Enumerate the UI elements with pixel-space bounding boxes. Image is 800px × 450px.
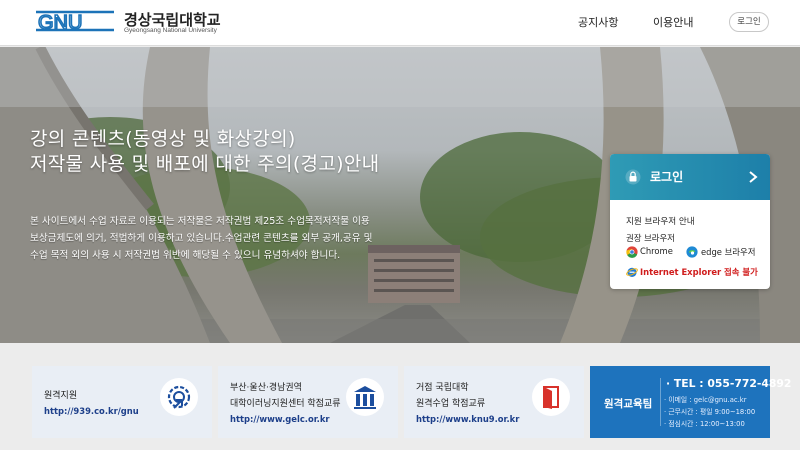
- login-panel-label: 로그인: [650, 170, 684, 184]
- hero-desc-line: 수업 목적 외의 사용 시 저작권법 위반에 해당될 수 있으니 유념하셔야 합…: [30, 250, 341, 261]
- dept-work-hours: · 근무시간 : 평일 9:00~18:00: [664, 408, 756, 416]
- login-panel-button[interactable]: 로그인: [610, 154, 770, 200]
- card-title: 부산·울산·경남권역: [230, 383, 302, 393]
- remote-support-card[interactable]: 원격지원 http://939.co.kr/gnu: [32, 366, 212, 438]
- site-header: GNU 경상국립대학교 Gyeongsang National Universi…: [0, 0, 800, 46]
- gnu-logo-mark: GNU: [36, 10, 114, 34]
- card-icon-circle: [532, 378, 570, 416]
- edge-label: edge 브라우저: [701, 247, 756, 257]
- card-title: 대학이러닝지원센터 학점교류: [230, 399, 341, 409]
- gelc-credit-exchange-card[interactable]: 부산·울산·경남권역 대학이러닝지원센터 학점교류 http://www.gel…: [218, 366, 398, 438]
- chevron-right-icon: [749, 171, 758, 183]
- hero-title-line: 저작물 사용 및 배포에 대한 주의(경고)안내: [30, 153, 380, 175]
- edge-icon: [686, 246, 698, 258]
- dept-lunch-hours: · 점심시간 : 12:00~13:00: [664, 420, 745, 428]
- logo-english-name: Gyeongsang National University: [124, 27, 217, 34]
- header-login-button[interactable]: 로그인: [729, 12, 769, 32]
- chrome-icon: [626, 246, 638, 258]
- chrome-label: Chrome: [640, 246, 673, 256]
- university-logo[interactable]: GNU 경상국립대학교 Gyeongsang National Universi…: [34, 8, 234, 38]
- internet-explorer-icon: [626, 267, 638, 277]
- nav-notice[interactable]: 공지사항: [578, 14, 618, 30]
- browser-list: Chrome edge 브라우저: [626, 246, 766, 260]
- card-url[interactable]: http://www.knu9.or.kr: [416, 414, 519, 424]
- recommended-browser-label: 권장 브라우저: [626, 233, 675, 243]
- ie-not-supported-notice: Internet Explorer 접속 불가: [640, 267, 758, 277]
- hero-desc-line: 본 사이트에서 수업 자료로 이용되는 저작물은 저작권법 제25조 수업목적저…: [30, 216, 370, 227]
- card-url[interactable]: http://939.co.kr/gnu: [44, 406, 139, 416]
- dept-divider: [660, 378, 661, 426]
- gelc-logo-icon: [354, 386, 376, 409]
- dept-name: 원격교육팀: [604, 398, 653, 410]
- login-panel: 로그인 지원 브라우저 안내 권장 브라우저 Chrome edge 브라우저 …: [610, 154, 770, 289]
- card-title: 원격지원: [44, 391, 78, 401]
- nav-guide[interactable]: 이용안내: [653, 14, 693, 30]
- remote-support-icon: [167, 385, 191, 409]
- logo-mark-text: GNU: [38, 12, 82, 34]
- hero-description: 본 사이트에서 수업 자료로 이용되는 저작물은 저작권법 제25조 수업목적저…: [30, 213, 372, 264]
- card-icon-circle: [346, 378, 384, 416]
- browser-guide-title: 지원 브라우저 안내: [626, 217, 695, 227]
- hero-desc-line: 보상금제도에 의거, 적법하게 이용하고 있습니다.수업관련 콘텐츠를 외부 공…: [30, 233, 373, 244]
- card-title: 거점 국립대학: [416, 383, 469, 393]
- card-icon-circle: [160, 378, 198, 416]
- card-title: 원격수업 학점교류: [416, 399, 486, 409]
- door-icon: [543, 386, 559, 409]
- dept-email: · 이메일 : gelc@gnu.ac.kr: [664, 396, 747, 404]
- knu9-credit-exchange-card[interactable]: 거점 국립대학 원격수업 학점교류 http://www.knu9.or.kr: [404, 366, 584, 438]
- card-url[interactable]: http://www.gelc.or.kr: [230, 414, 330, 424]
- lock-icon: [625, 169, 641, 185]
- dept-phone: · TEL : 055-772-4892: [666, 377, 792, 390]
- hero-title-line: 강의 콘텐츠(동영상 및 화상강의): [30, 128, 296, 150]
- remote-education-team-card: 원격교육팀 · TEL : 055-772-4892 · 이메일 : gelc@…: [590, 366, 791, 438]
- hero-title: 강의 콘텐츠(동영상 및 화상강의) 저작물 사용 및 배포에 대한 주의(경고…: [30, 127, 379, 177]
